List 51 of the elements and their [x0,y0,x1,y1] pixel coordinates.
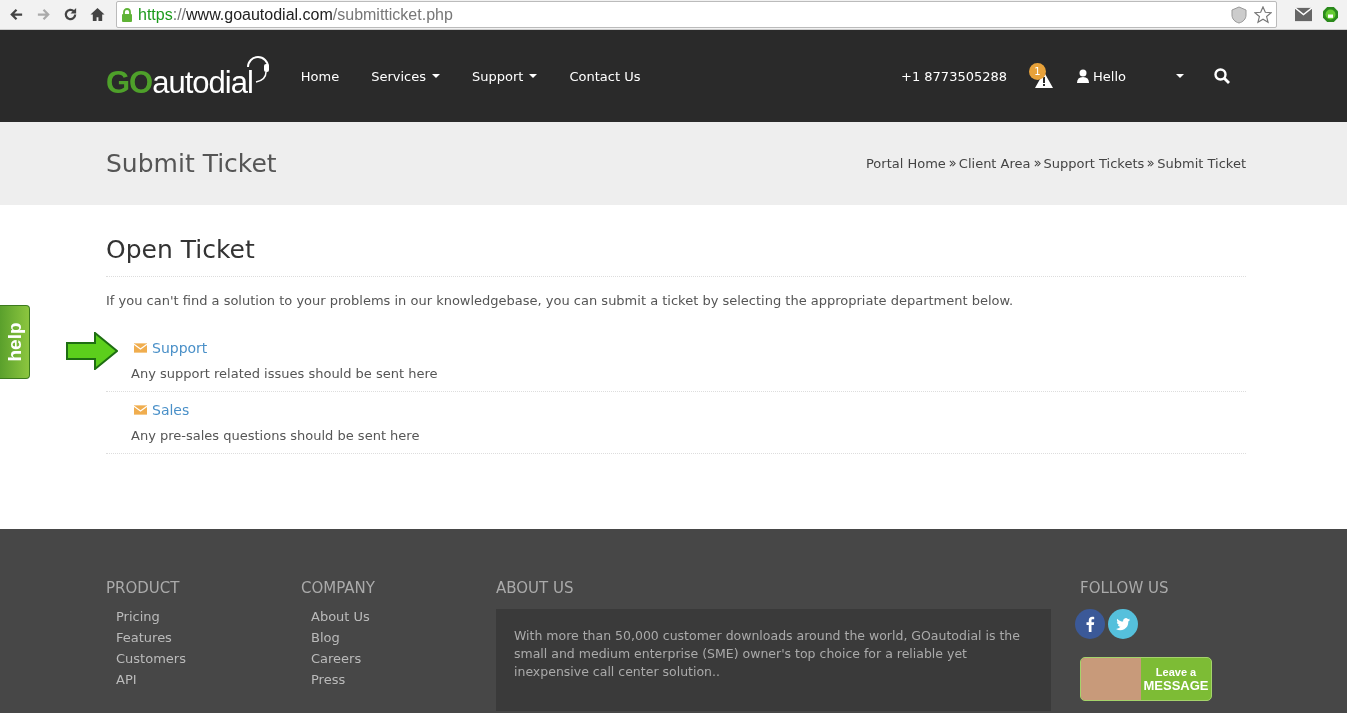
nav-link[interactable]: Services [355,68,457,84]
footer-heading: FOLLOW US [1080,579,1170,597]
breadcrumb-link[interactable]: Submit Ticket [1157,156,1246,171]
help-tab[interactable]: help [0,305,30,379]
department-description: Any support related issues should be sent here [131,366,439,381]
department-link[interactable]: Sales [131,402,190,418]
nav-link[interactable]: Contact Us [553,68,657,84]
caret-icon [529,74,538,78]
footer-link[interactable]: Blog [301,630,496,645]
nav-link[interactable]: Support [456,68,554,84]
intro-text: If you can't find a solution to your problems in our knowledgebase, you can submit a ticket by selecting the appropriate department below. [106,293,1015,308]
envelope-icon [134,343,147,353]
mail-icon[interactable] [1295,7,1312,22]
footer-heading: ABOUT US [496,579,575,597]
lock-icon [121,7,133,22]
nav-link[interactable]: Home [284,68,356,84]
reload-icon[interactable] [62,7,79,22]
section-title: Open Ticket [106,205,1246,277]
facebook-icon[interactable] [1075,609,1105,639]
footer-link[interactable]: API [106,672,301,687]
about-text: With more than 50,000 customer downloads around the world, GOautodial is the small and medium enterprise (SME) owner's top choice for a reliable yet inexpensive call center solution.. [514,627,1021,681]
breadcrumb-link[interactable]: Portal Home [865,156,946,171]
envelope-icon [134,405,147,415]
breadcrumb-link[interactable]: Client Area [958,156,1031,171]
footer-link[interactable]: About Us [301,609,496,624]
user-menu[interactable]: Hello [1077,68,1126,84]
back-icon[interactable] [8,7,25,22]
phone-number: +1 8773505288 [901,68,1008,84]
address-bar[interactable]: https://www.goautodial.com/submitticket.php [116,1,1277,28]
logo[interactable]: GOautodial [106,51,271,101]
caret-icon [432,74,441,78]
home-icon[interactable] [89,7,106,22]
footer-link[interactable]: Careers [301,651,496,666]
footer-link[interactable]: Customers [106,651,301,666]
page-title: Submit Ticket [106,149,277,178]
twitter-icon[interactable] [1108,609,1138,639]
search-icon[interactable] [1214,68,1230,84]
caret-icon[interactable] [1176,74,1184,78]
footer-heading: COMPANY [301,579,376,597]
footer-heading: PRODUCT [106,579,181,597]
notification-badge: 1 [1029,63,1047,80]
star-icon[interactable] [1254,5,1272,24]
footer-link[interactable]: Pricing [106,609,301,624]
photo-placeholder [1081,658,1141,700]
department-description: Any pre-sales questions should be sent here [131,428,421,443]
user-icon [1077,69,1090,83]
footer-link[interactable]: Press [301,672,496,687]
breadcrumb-link[interactable]: Support Tickets [1043,156,1145,171]
shield-icon[interactable] [1230,5,1248,24]
footer-link[interactable]: Features [106,630,301,645]
department-link[interactable]: Support [131,340,208,356]
